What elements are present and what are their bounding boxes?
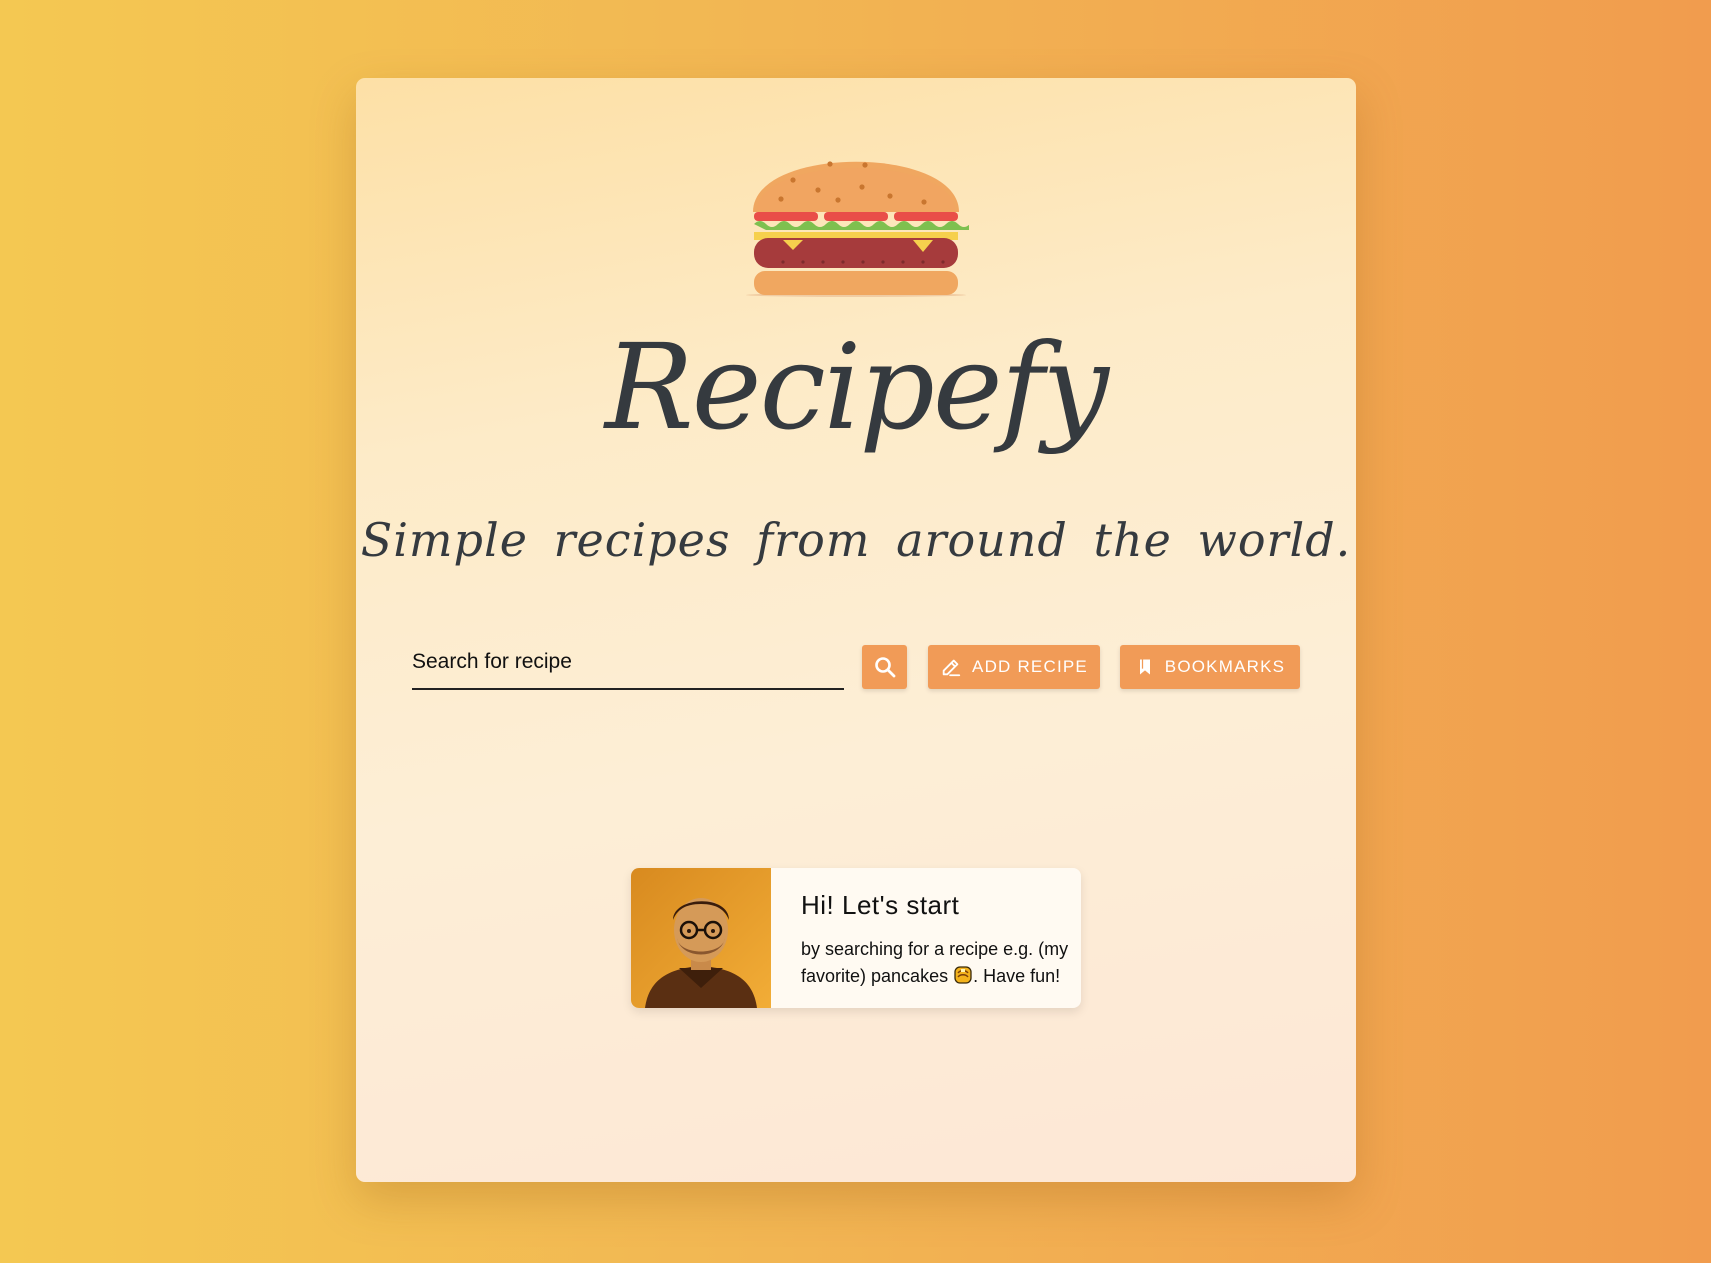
app-tagline: Simple recipes from around the world. bbox=[360, 513, 1352, 567]
avatar bbox=[631, 868, 771, 1008]
welcome-title: Hi! Let's start bbox=[801, 890, 960, 920]
app-title: Recipefy bbox=[604, 318, 1109, 456]
search-button[interactable] bbox=[862, 645, 907, 689]
bookmark-icon bbox=[1139, 659, 1150, 675]
welcome-text: by searching for a recipe e.g. (my favor… bbox=[801, 936, 1071, 990]
burger-icon bbox=[746, 161, 969, 297]
welcome-text-end: . Have fun! bbox=[973, 966, 1061, 986]
pencil-icon bbox=[942, 659, 961, 677]
pancakes-icon bbox=[954, 966, 972, 984]
add-recipe-label: ADD RECIPE bbox=[972, 657, 1088, 676]
search-field[interactable] bbox=[412, 638, 844, 690]
bookmarks-button[interactable]: BOOKMARKS bbox=[1120, 645, 1300, 689]
main-card: Recipefy Simple recipes from around the … bbox=[356, 78, 1356, 1182]
welcome-message: Hi! Let's start by searching for a recip… bbox=[631, 868, 1081, 1008]
bookmarks-label: BOOKMARKS bbox=[1164, 657, 1286, 676]
add-recipe-button[interactable]: ADD RECIPE bbox=[928, 645, 1100, 689]
search-icon bbox=[874, 657, 895, 678]
search-input[interactable] bbox=[412, 638, 844, 686]
